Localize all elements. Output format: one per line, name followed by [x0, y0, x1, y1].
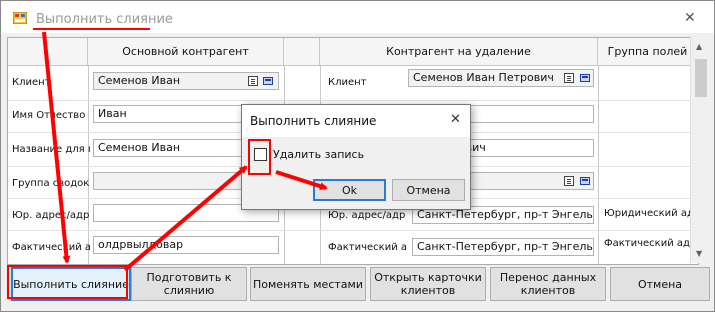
- dialog-title: Выполнить слияние: [250, 114, 377, 128]
- grid-header-delete: Контрагент на удаление: [320, 38, 598, 66]
- scroll-down-icon[interactable]: ▼: [696, 249, 702, 258]
- transfer-data-button[interactable]: Перенос данных клиентов: [490, 267, 606, 301]
- delete-record-checkbox[interactable]: [254, 148, 267, 161]
- card-icon[interactable]: [263, 77, 273, 85]
- dialog-cancel-button[interactable]: Отмена: [392, 179, 465, 201]
- row-legal-group: Юридический ад: [604, 208, 694, 219]
- window-close-icon[interactable]: ✕: [684, 10, 696, 26]
- window-title: Выполнить слияние: [36, 12, 173, 27]
- grid-header-blank: [8, 38, 88, 66]
- grid-header-group: Группа полей: [598, 38, 698, 66]
- row-actual-label-right: Фактический а: [328, 242, 408, 253]
- app-icon: [13, 12, 27, 24]
- prepare-merge-button[interactable]: Подготовить к слиянию: [131, 267, 247, 301]
- doc-icon[interactable]: [564, 73, 574, 83]
- row-actual-group: Фактический адр: [604, 238, 696, 249]
- merge-button[interactable]: Выполнить слияние: [11, 267, 131, 301]
- doc-icon[interactable]: [248, 76, 258, 86]
- cancel-button[interactable]: Отмена: [610, 267, 710, 301]
- row-client-label-right: Клиент: [328, 77, 367, 88]
- row-actual-label-left: Фактический а: [12, 242, 90, 253]
- title-bar: Выполнить слияние ✕: [1, 1, 714, 33]
- scroll-up-icon[interactable]: ▲: [696, 42, 702, 51]
- row-group-label-left: Группа сводок: [12, 178, 90, 189]
- field-actual-delete[interactable]: Санкт-Петербург, пр-т Энгельса 1: [412, 238, 594, 256]
- confirm-dialog: Выполнить слияние ✕ Удалить запись Ok От…: [241, 104, 471, 210]
- field-actual-main[interactable]: олдрвылдовар: [93, 236, 279, 254]
- swap-button[interactable]: Поменять местами: [250, 267, 366, 301]
- vertical-scrollbar[interactable]: ▲ ▼: [690, 37, 711, 263]
- row-legal-label-left: Юр. адрес/адр: [12, 210, 90, 221]
- row-name-label-left: Имя Отчество: [12, 110, 86, 121]
- delete-record-label: Удалить запись: [273, 148, 365, 161]
- row-legal-label-right: Юр. адрес/адр: [328, 210, 406, 221]
- grid-header-spacer: [284, 38, 320, 66]
- row-client-label-left: Клиент: [12, 77, 51, 88]
- open-cards-button[interactable]: Открыть карточки клиентов: [370, 267, 486, 301]
- card-icon[interactable]: [580, 177, 590, 185]
- doc-icon[interactable]: [564, 176, 574, 186]
- dialog-ok-button[interactable]: Ok: [313, 179, 386, 201]
- dialog-close-icon[interactable]: ✕: [450, 112, 461, 127]
- scroll-thumb[interactable]: [695, 59, 707, 97]
- dialog-body: Удалить запись Ok Отмена: [242, 137, 470, 209]
- row-title-label-left: Название для п: [12, 144, 90, 155]
- card-icon[interactable]: [580, 74, 590, 82]
- grid-header-main: Основной контрагент: [88, 38, 284, 66]
